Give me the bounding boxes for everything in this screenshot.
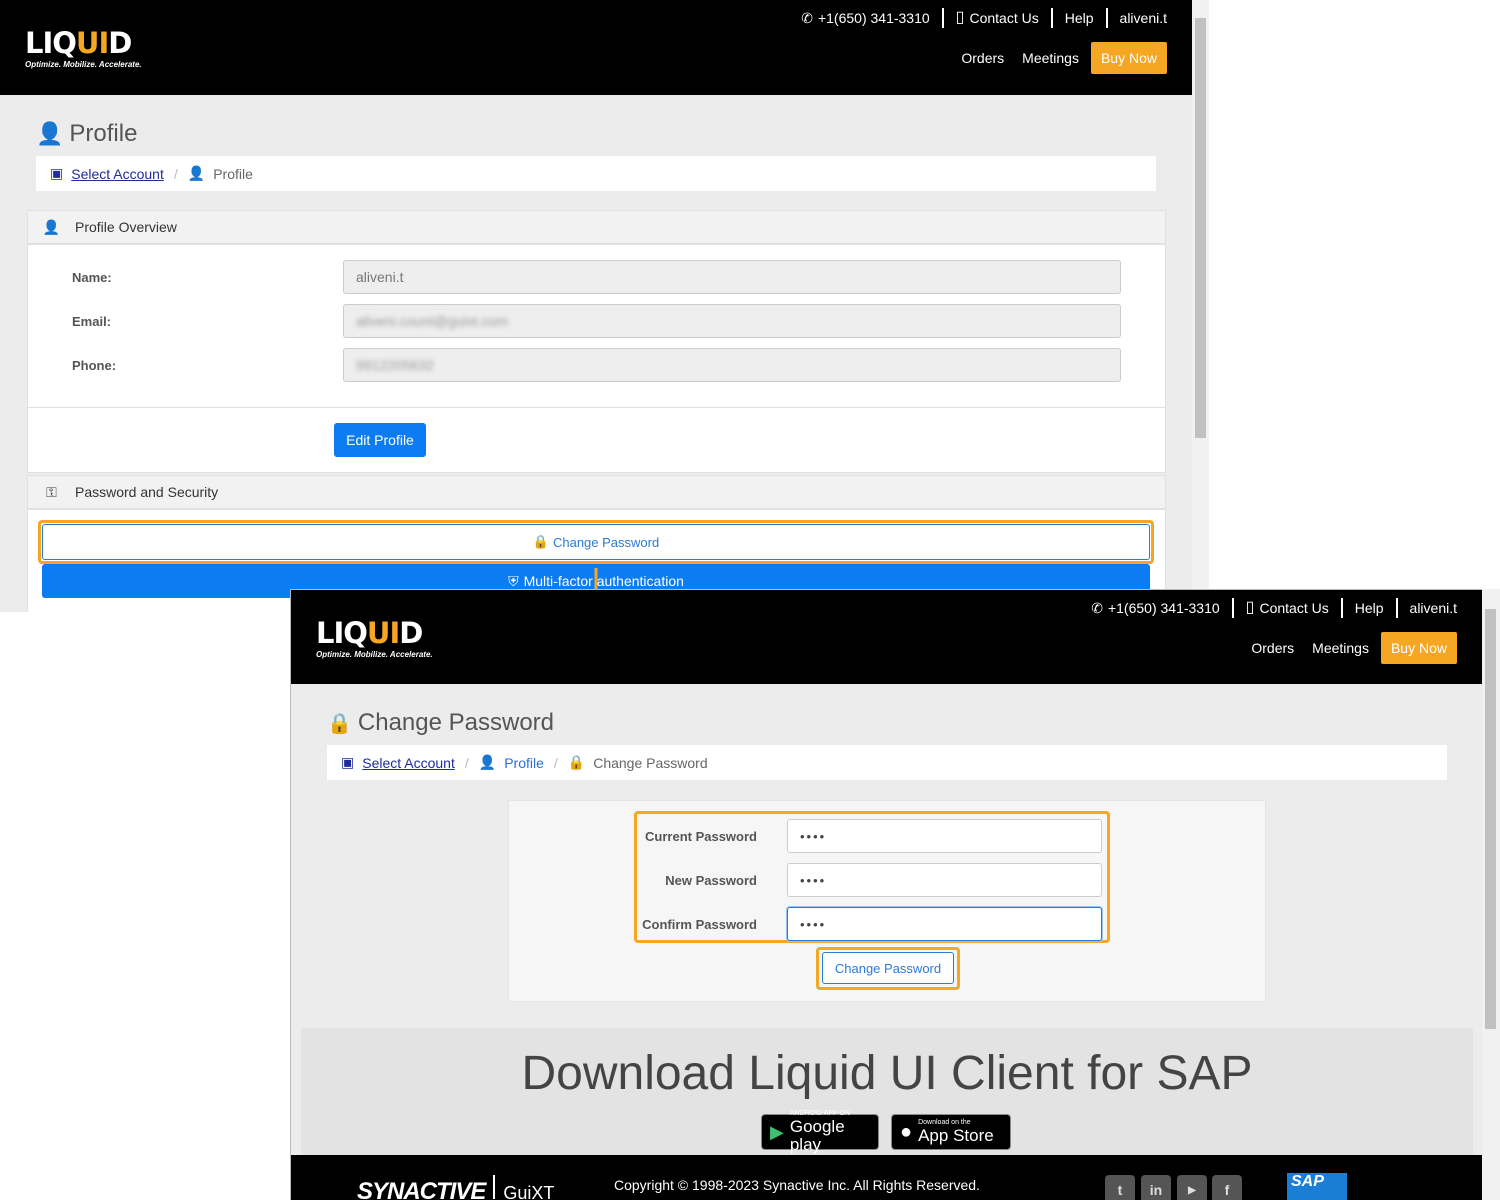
profile-window: LIQUID Optimize. Mobilize. Accelerate. ✆… (0, 0, 1192, 612)
play-icon: ▶ (770, 1121, 784, 1142)
sap-logo[interactable]: SAP (1287, 1173, 1347, 1200)
user-menu[interactable]: aliveni.t (1108, 8, 1167, 28)
change-password-window: LIQUID Optimize. Mobilize. Accelerate. ✆… (290, 589, 1482, 1200)
crumb-select-account[interactable]: Select Account (71, 166, 164, 182)
app-store-badge[interactable]: ● Download on the App Store (891, 1114, 1011, 1150)
phone-label: Phone: (72, 358, 117, 373)
linkedin-icon[interactable]: in (1141, 1175, 1171, 1200)
facebook-icon[interactable]: f (1212, 1175, 1242, 1200)
confirm-password-input[interactable]: •••• (787, 907, 1102, 941)
change-password-scrollbar[interactable] (1482, 589, 1500, 1200)
briefcase-icon: ▣ (50, 165, 64, 181)
youtube-icon[interactable]: ▶ (1177, 1175, 1207, 1200)
lock-icon: 🔒 (327, 712, 352, 735)
briefcase-icon: ▣ (341, 754, 355, 770)
user-icon: 👤 (478, 754, 497, 770)
nav-orders[interactable]: Orders (952, 50, 1013, 66)
scroll-thumb[interactable] (1195, 18, 1206, 438)
scroll-thumb[interactable] (1485, 609, 1496, 1029)
download-title: Download Liquid UI Client for SAP (521, 1047, 1253, 1100)
key-icon: ⚿ (46, 483, 57, 500)
synactive-logo[interactable]: SYNACTIVE (357, 1178, 486, 1200)
change-password-form: Current Password •••• New Password •••• … (508, 800, 1266, 1002)
guixt-logo: GuiXT (503, 1183, 555, 1200)
name-field[interactable]: aliveni.t (343, 260, 1121, 294)
edit-profile-button[interactable]: Edit Profile (334, 423, 426, 457)
shield-icon: ⛨ (508, 572, 519, 589)
crumb-select-account[interactable]: Select Account (362, 755, 455, 771)
phone-link[interactable]: ✆ +1(650) 341-3310 (789, 8, 944, 28)
twitter-icon[interactable]: t (1105, 1175, 1135, 1200)
site-header: LIQUID Optimize. Mobilize. Accelerate. ✆… (0, 0, 1192, 95)
nav-meetings[interactable]: Meetings (1013, 50, 1088, 66)
profile-overview-body: Name: aliveni.t Email: aliveni.count@gui… (27, 244, 1166, 473)
name-label: Name: (72, 270, 112, 285)
site-header: LIQUID Optimize. Mobilize. Accelerate. ✆… (291, 590, 1482, 684)
breadcrumb: ▣ Select Account / 👤 Profile (36, 156, 1156, 191)
site-footer: SYNACTIVE GuiXT Copyright © 1998-2023 Sy… (291, 1155, 1482, 1200)
mobile-icon: ▯ (1245, 599, 1255, 616)
lock-icon: 🔒 (567, 754, 586, 770)
change-password-button[interactable]: 🔒 Change Password (42, 524, 1150, 560)
phone-icon: ✆ (801, 10, 813, 26)
apple-icon: ● (900, 1120, 913, 1143)
crumb-profile[interactable]: Profile (504, 755, 544, 771)
profile-overview-header: 👤 Profile Overview (27, 210, 1166, 244)
submit-change-password-button[interactable]: Change Password (822, 952, 954, 984)
download-section: Download Liquid UI Client for SAP ▶ ANDR… (301, 1028, 1473, 1156)
new-password-label: New Password (665, 873, 757, 888)
mobile-icon: ▯ (955, 9, 965, 26)
user-icon: 👤 (36, 121, 64, 146)
help-link[interactable]: Help (1053, 8, 1108, 28)
email-label: Email: (72, 314, 112, 329)
phone-link[interactable]: ✆ +1(650) 341-3310 (1079, 598, 1234, 618)
page-title: 👤 Profile (36, 120, 138, 147)
buy-now-button[interactable]: Buy Now (1090, 42, 1167, 74)
user-icon: 👤 (187, 165, 206, 181)
crumb-profile: Profile (213, 165, 253, 182)
help-link[interactable]: Help (1343, 598, 1398, 618)
current-password-input[interactable]: •••• (787, 819, 1102, 853)
liquid-logo[interactable]: LIQUID Optimize. Mobilize. Accelerate. (25, 28, 142, 69)
copyright-text: Copyright © 1998-2023 Synactive Inc. All… (614, 1177, 980, 1193)
liquid-logo[interactable]: LIQUID Optimize. Mobilize. Accelerate. (316, 618, 433, 659)
page-title: 🔒 Change Password (327, 709, 555, 736)
phone-field[interactable]: 9912205632 (343, 348, 1121, 382)
contact-us-link[interactable]: ▯ Contact Us (1234, 598, 1343, 618)
current-password-label: Current Password (645, 829, 757, 844)
user-menu[interactable]: aliveni.t (1398, 598, 1457, 618)
nav-orders[interactable]: Orders (1242, 640, 1303, 656)
lock-icon: 🔒 (532, 534, 549, 549)
nav-meetings[interactable]: Meetings (1303, 640, 1378, 656)
buy-now-button[interactable]: Buy Now (1380, 632, 1457, 664)
email-field[interactable]: aliveni.count@guixt.com (343, 304, 1121, 338)
new-password-input[interactable]: •••• (787, 863, 1102, 897)
user-icon: 👤 (42, 218, 61, 235)
contact-us-link[interactable]: ▯ Contact Us (944, 8, 1053, 28)
security-header: ⚿ Password and Security (27, 475, 1166, 509)
phone-icon: ✆ (1091, 600, 1103, 616)
profile-scrollbar[interactable] (1192, 0, 1209, 612)
confirm-password-label: Confirm Password (642, 917, 757, 932)
crumb-change-password: Change Password (593, 754, 708, 771)
breadcrumb: ▣ Select Account / 👤 Profile / 🔒 Change … (327, 745, 1447, 780)
google-play-badge[interactable]: ▶ ANDROID APP ON Google play (761, 1110, 879, 1154)
